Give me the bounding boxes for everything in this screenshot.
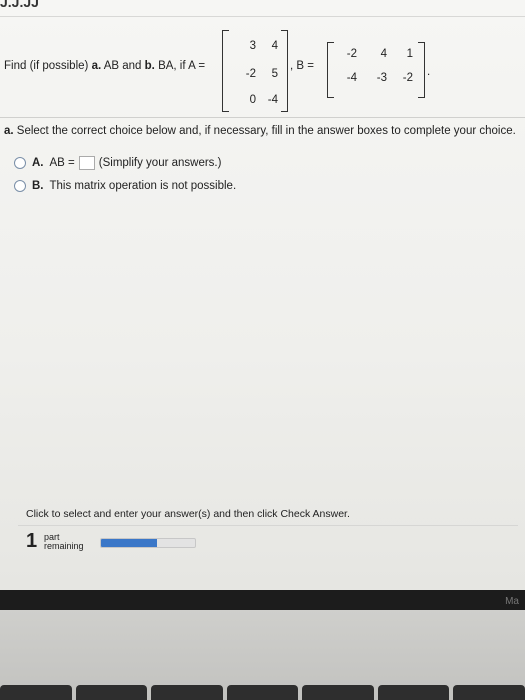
instruction-hint: Click to select and enter your answer(s)… [26, 508, 350, 520]
ab-answer-box[interactable] [78, 156, 95, 170]
part-a-instruction: a. Select the correct choice below and, … [4, 125, 516, 137]
choice-a-radio[interactable] [14, 157, 26, 169]
matrix-a-cell: -4 [267, 94, 278, 106]
matrix-b-cell: -4 [346, 72, 357, 84]
progress-bar-fill [101, 539, 158, 547]
matrix-a: 3 4 -2 5 0 -4 [222, 30, 288, 112]
choice-b[interactable]: B. This matrix operation is not possible… [14, 180, 236, 192]
choice-b-text: This matrix operation is not possible. [49, 180, 237, 192]
part-a-text: Select the correct choice below and, if … [13, 125, 516, 137]
browser-page: J.J.JJ Find (if possible) a. AB and b. B… [0, 0, 525, 590]
matrix-b-left-bracket [327, 42, 334, 98]
choice-a[interactable]: A. AB = (Simplify your answers.) [14, 156, 221, 170]
choice-b-letter: B. [32, 180, 44, 192]
matrix-b-label: , B = [290, 60, 314, 72]
matrix-b-right-bracket [418, 42, 425, 98]
prompt-prefix: Find (if possible) [4, 60, 92, 72]
matrix-b-cell: -2 [346, 48, 357, 60]
keyboard-key [75, 685, 148, 700]
keyboard-key [0, 685, 72, 700]
matrix-b: -2 4 1 -4 -3 -2 [327, 42, 425, 98]
monitor-bezel [0, 590, 525, 610]
progress-bar [100, 538, 196, 548]
matrix-a-cell: 4 [271, 40, 278, 52]
matrix-a-cell: 5 [271, 68, 278, 80]
choice-a-text-before: AB = [49, 157, 75, 169]
matrix-a-cell: 0 [249, 94, 256, 106]
matrix-b-period: . [427, 66, 431, 78]
keyboard-key [453, 685, 525, 700]
matrix-a-cell: -2 [245, 68, 256, 80]
matrix-b-cell: 1 [406, 48, 413, 60]
choice-a-text-after: (Simplify your answers.) [98, 157, 222, 169]
matrix-b-cell: -2 [402, 72, 413, 84]
prompt-part-a-text: AB and [101, 60, 145, 72]
section-title: J.J.JJ [0, 0, 39, 8]
footer-divider [18, 525, 518, 526]
question-divider [0, 117, 525, 118]
keyboard-row [0, 685, 525, 700]
keyboard-key [226, 685, 299, 700]
header-divider [0, 16, 525, 17]
part-a-label: a. [4, 125, 14, 137]
matrix-a-right-bracket [281, 30, 288, 112]
matrix-a-cell: 3 [249, 40, 256, 52]
prompt-part-b-text: BA, if A = [154, 60, 206, 72]
choice-a-letter: A. [32, 157, 44, 169]
matrix-b-cell: 4 [380, 48, 387, 60]
question-block: Find (if possible) a. AB and b. BA, if A… [0, 28, 525, 118]
bezel-logo-text: Ma [505, 596, 519, 607]
question-prompt: Find (if possible) a. AB and b. BA, if A… [4, 60, 205, 72]
matrix-b-cell: -3 [376, 72, 387, 84]
keyboard-key [302, 685, 374, 700]
matrix-a-left-bracket [222, 30, 229, 112]
keyboard-key [377, 685, 450, 700]
parts-label-line-2: remaining [44, 541, 84, 551]
choice-b-radio[interactable] [14, 180, 26, 192]
keyboard-key [151, 685, 223, 700]
parts-remaining-count: 1 [26, 530, 38, 552]
prompt-part-b-label: b. [144, 60, 155, 72]
parts-remaining-label: part remaining [44, 533, 84, 551]
prompt-part-a-label: a. [91, 60, 102, 72]
